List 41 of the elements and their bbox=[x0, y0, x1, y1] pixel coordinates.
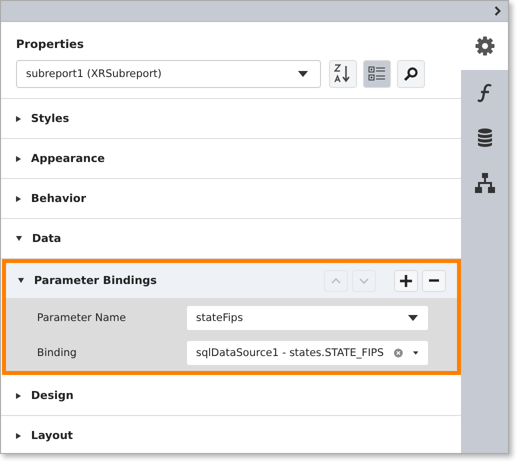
panel-title: Properties bbox=[16, 37, 85, 51]
categories-icon bbox=[368, 66, 386, 82]
settings-tab[interactable] bbox=[461, 22, 508, 70]
section-title[interactable]: Behavior bbox=[31, 191, 86, 206]
minus-icon bbox=[429, 279, 439, 282]
add-button[interactable] bbox=[394, 270, 418, 292]
section-title[interactable]: Layout bbox=[31, 428, 73, 443]
section-title[interactable]: Parameter Bindings bbox=[34, 273, 157, 288]
remove-button[interactable] bbox=[422, 270, 446, 292]
chevron-right-icon[interactable] bbox=[494, 6, 502, 16]
dropdown-caret-icon bbox=[298, 71, 308, 77]
section-title[interactable]: Design bbox=[31, 388, 74, 403]
settings-icon bbox=[474, 36, 494, 56]
chevron-down-icon bbox=[359, 278, 369, 284]
expand-triangle-icon[interactable] bbox=[16, 116, 21, 122]
database-icon bbox=[476, 128, 492, 148]
collapse-triangle-icon[interactable] bbox=[18, 278, 24, 283]
expand-triangle-icon[interactable] bbox=[16, 196, 21, 202]
sort-icon bbox=[334, 64, 352, 84]
section-title[interactable]: Data bbox=[32, 231, 62, 246]
dropdown-field[interactable]: stateFips bbox=[187, 306, 428, 330]
categories-button[interactable] bbox=[363, 60, 391, 88]
sort-button[interactable] bbox=[329, 60, 357, 88]
chevron-up-icon bbox=[331, 278, 341, 284]
section-title[interactable]: Appearance bbox=[31, 151, 105, 166]
hierarchy-icon bbox=[474, 172, 494, 192]
dropdown-field[interactable]: sqlDataSource1 - states.STATE_FIPS bbox=[187, 340, 428, 364]
search-icon bbox=[404, 67, 418, 81]
section-title[interactable]: Styles bbox=[31, 111, 70, 126]
field-label: Parameter Name bbox=[36, 312, 127, 324]
plus-icon bbox=[400, 274, 412, 286]
object-select[interactable]: subreport1 (XRSubreport) bbox=[16, 60, 321, 88]
function-icon bbox=[476, 82, 492, 102]
expand-triangle-icon[interactable] bbox=[16, 392, 21, 398]
search-button[interactable] bbox=[397, 60, 425, 88]
dropdown-caret-icon bbox=[408, 314, 418, 320]
expand-triangle-icon[interactable] bbox=[16, 156, 21, 162]
collapse-triangle-icon[interactable] bbox=[16, 236, 22, 241]
expand-triangle-icon[interactable] bbox=[16, 432, 21, 438]
dropdown-caret-icon bbox=[412, 350, 418, 356]
field-label: Binding bbox=[36, 346, 78, 358]
